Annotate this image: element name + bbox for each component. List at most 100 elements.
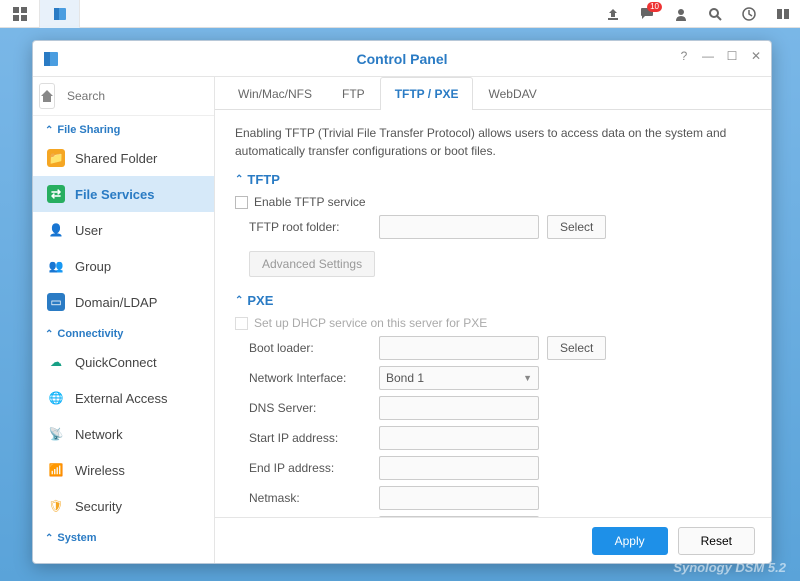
notifications-button[interactable]: 10 — [630, 0, 664, 28]
pilot-button[interactable] — [766, 0, 800, 28]
user-icon: 👤 — [47, 221, 65, 239]
system-topbar: 10 — [0, 0, 800, 28]
chevron-up-icon: ⌃ — [235, 295, 243, 306]
sidebar-item-wireless[interactable]: 📶 Wireless — [33, 452, 214, 488]
tab-win-mac-nfs[interactable]: Win/Mac/NFS — [223, 77, 327, 110]
section-label: PXE — [247, 293, 273, 308]
control-panel-taskbar-button[interactable] — [40, 0, 80, 28]
sidebar-item-label: Group — [75, 259, 111, 274]
wifi-icon: 📶 — [47, 461, 65, 479]
main-panel: Win/Mac/NFS FTP TFTP / PXE WebDAV Enabli… — [215, 77, 771, 563]
advanced-settings-button[interactable]: Advanced Settings — [249, 251, 375, 277]
tab-ftp[interactable]: FTP — [327, 77, 380, 110]
enable-tftp-checkbox[interactable] — [235, 196, 248, 209]
sidebar-item-label: External Access — [75, 391, 168, 406]
chevron-up-icon: ⌃ — [45, 125, 53, 136]
boot-loader-row: Boot loader: Select — [249, 336, 751, 360]
group-icon: 👥 — [47, 257, 65, 275]
start-ip-input[interactable] — [379, 426, 539, 450]
dns-label: DNS Server: — [249, 401, 379, 415]
net-if-value: Bond 1 — [386, 371, 424, 385]
chevron-up-icon: ⌃ — [45, 329, 53, 340]
sidebar-item-label: Security — [75, 499, 122, 514]
net-if-row: Network Interface: Bond 1▼ — [249, 366, 751, 390]
window-title: Control Panel — [356, 51, 447, 67]
end-ip-input[interactable] — [379, 456, 539, 480]
search-row — [33, 77, 214, 116]
pxe-dhcp-checkbox[interactable] — [235, 317, 248, 330]
help-button[interactable]: ? — [675, 47, 693, 65]
sidebar-item-label: Shared Folder — [75, 151, 157, 166]
group-label: File Sharing — [57, 124, 120, 136]
group-connectivity[interactable]: ⌃ Connectivity — [33, 320, 214, 344]
folder-icon: 📁 — [47, 149, 65, 167]
user-icon — [674, 7, 688, 21]
boot-loader-label: Boot loader: — [249, 341, 379, 355]
end-ip-row: End IP address: — [249, 456, 751, 480]
enable-tftp-label: Enable TFTP service — [254, 195, 366, 209]
widgets-button[interactable] — [732, 0, 766, 28]
sidebar-item-label: Domain/LDAP — [75, 295, 157, 310]
section-pxe[interactable]: ⌃ PXE — [235, 293, 751, 308]
sidebar-item-shared-folder[interactable]: 📁 Shared Folder — [33, 140, 214, 176]
tabs: Win/Mac/NFS FTP TFTP / PXE WebDAV — [215, 77, 771, 110]
dns-row: DNS Server: — [249, 396, 751, 420]
netmask-input[interactable] — [379, 486, 539, 510]
topbar-left — [0, 0, 80, 27]
pxe-dhcp-row: Set up DHCP service on this server for P… — [235, 316, 751, 330]
section-tftp[interactable]: ⌃TFTP — [235, 172, 751, 187]
minimize-button[interactable]: — — [699, 47, 717, 65]
tab-content: Enabling TFTP (Trivial File Transfer Pro… — [215, 110, 771, 517]
sidebar-item-group[interactable]: 👥 Group — [33, 248, 214, 284]
search-input[interactable] — [67, 89, 215, 103]
search-button[interactable] — [698, 0, 732, 28]
sidebar-item-security[interactable]: 🛡 Security — [33, 488, 214, 524]
dashboard-button[interactable] — [0, 0, 40, 28]
sidebar-item-label: File Services — [75, 187, 155, 202]
search-icon — [708, 7, 722, 21]
reset-button[interactable]: Reset — [678, 527, 755, 555]
section-label: TFTP — [247, 172, 280, 187]
tab-webdav[interactable]: WebDAV — [473, 77, 551, 110]
sidebar-item-label: Network — [75, 427, 123, 442]
apply-button[interactable]: Apply — [592, 527, 668, 555]
sidebar-item-domain-ldap[interactable]: ▭ Domain/LDAP — [33, 284, 214, 320]
cloud-icon: ☁ — [47, 353, 65, 371]
sidebar-item-quickconnect[interactable]: ☁QuickConnect — [33, 344, 214, 380]
group-file-sharing[interactable]: ⌃ File Sharing — [33, 116, 214, 140]
watermark: Synology DSM 5.2 — [673, 560, 786, 575]
pxe-dhcp-label: Set up DHCP service on this server for P… — [254, 316, 487, 330]
start-ip-label: Start IP address: — [249, 431, 379, 445]
sidebar-item-network[interactable]: 📡 Network — [33, 416, 214, 452]
tftp-root-label: TFTP root folder: — [249, 220, 379, 234]
dns-input[interactable] — [379, 396, 539, 420]
sidebar-item-label: Wireless — [75, 463, 125, 478]
close-button[interactable]: ✕ — [747, 47, 765, 65]
globe-icon: 🌐 — [47, 389, 65, 407]
ldap-icon: ▭ — [47, 293, 65, 311]
home-button[interactable] — [39, 83, 55, 109]
control-panel-window: Control Panel ? — ☐ ✕ ⌃ File Sharing 📁 Sha… — [32, 40, 772, 564]
tftp-root-row: TFTP root folder: Select — [249, 215, 751, 239]
upload-icon — [606, 7, 620, 21]
boot-loader-select-button[interactable]: Select — [547, 336, 606, 360]
net-if-select[interactable]: Bond 1 ▼ — [379, 366, 539, 390]
group-label: Connectivity — [57, 328, 123, 340]
tftp-root-input[interactable] — [379, 215, 539, 239]
notification-badge: 10 — [647, 2, 662, 12]
upload-button[interactable] — [596, 0, 630, 28]
chevron-down-icon: ▼ — [523, 373, 532, 383]
clock-icon — [742, 7, 756, 21]
home-icon — [40, 89, 54, 103]
boot-loader-input[interactable] — [379, 336, 539, 360]
shield-icon: 🛡 — [47, 497, 65, 515]
user-button[interactable] — [664, 0, 698, 28]
sidebar-item-file-services[interactable]: ⇄File Services — [33, 176, 214, 212]
tftp-root-select-button[interactable]: Select — [547, 215, 606, 239]
network-icon: 📡 — [47, 425, 65, 443]
sidebar-item-user[interactable]: 👤User — [33, 212, 214, 248]
group-system[interactable]: ⌃System — [33, 524, 214, 548]
tab-tftp-pxe[interactable]: TFTP / PXE — [380, 77, 474, 110]
sidebar-item-external-access[interactable]: 🌐 External Access — [33, 380, 214, 416]
maximize-button[interactable]: ☐ — [723, 47, 741, 65]
